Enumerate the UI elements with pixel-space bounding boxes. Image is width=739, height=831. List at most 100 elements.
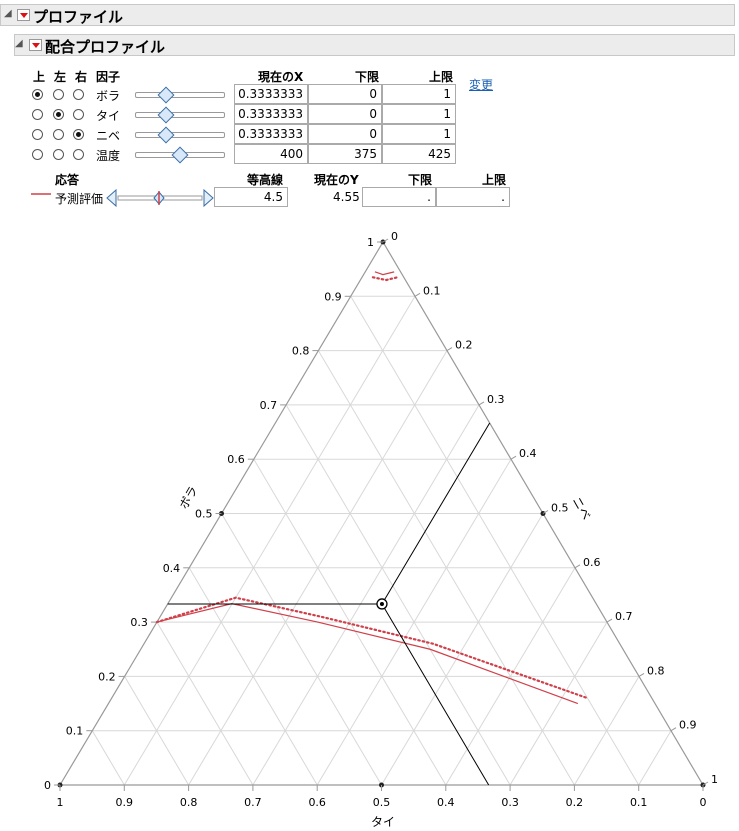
grid-line-tai: [221, 513, 382, 786]
response-lower-input[interactable]: .: [362, 187, 436, 207]
change-link[interactable]: 変更: [469, 76, 493, 93]
radio-top[interactable]: [32, 109, 43, 120]
upper-input[interactable]: 425: [382, 144, 456, 164]
contour-header: 等高線: [247, 173, 284, 187]
radio-right[interactable]: [73, 129, 84, 140]
tick-label-nibe: 0: [391, 230, 398, 243]
disclosure-icon[interactable]: ◢: [4, 8, 12, 19]
tick-label-bora: 0.4: [163, 562, 181, 575]
factor-slider-thumb[interactable]: [157, 126, 175, 144]
grid-line-nibe: [252, 404, 480, 786]
radio-right[interactable]: [73, 109, 84, 120]
contour-input[interactable]: 4.5: [214, 187, 288, 207]
factor-name: 温度: [96, 149, 121, 163]
upper-input[interactable]: 1: [382, 84, 456, 104]
current-x-input[interactable]: 0.3333333: [234, 104, 308, 124]
tick-label-bora: 0.1: [66, 725, 84, 738]
red-triangle-menu-icon[interactable]: [17, 9, 30, 21]
lower-input[interactable]: 0: [308, 104, 382, 124]
tick-label-nibe: 0.3: [487, 393, 505, 406]
factor-slider[interactable]: [135, 132, 225, 138]
outline-title: プロファイル: [33, 8, 124, 26]
grid-line-nibe: [638, 730, 672, 786]
radio-right[interactable]: [73, 149, 84, 160]
tick-label-bora: 0.8: [292, 345, 310, 358]
profiler-title: 配合プロファイル: [45, 38, 166, 56]
tick-label-tai: 0.7: [244, 796, 262, 809]
contour-slider[interactable]: [106, 188, 214, 208]
radio-left[interactable]: [53, 109, 64, 120]
slider-right-arrow-icon: [203, 188, 214, 208]
tick-label-bora: 0.3: [130, 616, 148, 629]
factor-slider-thumb[interactable]: [171, 146, 189, 164]
grid-line-tai: [285, 404, 511, 786]
radio-top[interactable]: [32, 149, 43, 160]
col-header-right: 右: [75, 70, 88, 84]
factor-slider[interactable]: [135, 112, 225, 118]
tick-label-bora: 0.9: [324, 290, 342, 303]
profile-outline-header[interactable]: ◢ プロファイル: [0, 4, 735, 26]
current-y-value: 4.55: [333, 190, 360, 204]
factor-slider[interactable]: [135, 92, 225, 98]
col-header-top: 上: [33, 70, 46, 84]
response-upper-header: 上限: [482, 173, 507, 187]
factor-slider-thumb[interactable]: [157, 86, 175, 104]
grid-line-nibe: [509, 621, 608, 786]
tick-mark-nibe: [670, 727, 677, 732]
grid-line-nibe: [381, 513, 544, 786]
response-legend-line: [31, 193, 51, 195]
radio-top[interactable]: [32, 89, 43, 100]
tick-mark-nibe: [510, 455, 517, 460]
red-triangle-menu-icon[interactable]: [29, 39, 42, 51]
col-header-upper: 上限: [429, 70, 454, 84]
current-point-dot: [379, 601, 384, 606]
tick-label-tai: 0.4: [437, 796, 455, 809]
mixture-profiler-header[interactable]: ◢ 配合プロファイル: [14, 34, 735, 56]
tick-label-tai: 0.3: [501, 796, 519, 809]
radio-left[interactable]: [53, 129, 64, 140]
upper-input[interactable]: 1: [382, 104, 456, 124]
tick-label-tai: 1: [57, 796, 64, 809]
tick-mark-nibe: [638, 672, 645, 677]
radio-top[interactable]: [32, 129, 43, 140]
radio-left[interactable]: [53, 89, 64, 100]
radio-right[interactable]: [73, 89, 84, 100]
tick-label-bora: 0.2: [98, 670, 116, 683]
tick-label-tai: 0.8: [180, 796, 198, 809]
lower-input[interactable]: 0: [308, 84, 382, 104]
tick-label-nibe: 0.8: [647, 664, 665, 677]
tick-label-tai: 0.2: [566, 796, 584, 809]
tick-label-bora: 0.7: [260, 399, 278, 412]
tick-label-bora: 1: [367, 236, 374, 249]
current-x-input[interactable]: 400: [234, 144, 308, 164]
current-x-input[interactable]: 0.3333333: [234, 124, 308, 144]
factor-name: ニベ: [96, 129, 121, 143]
tick-label-nibe: 0.6: [583, 556, 601, 569]
radio-left[interactable]: [53, 149, 64, 160]
disclosure-icon[interactable]: ◢: [15, 38, 23, 49]
response-name: 予測評価: [55, 192, 104, 206]
upper-input[interactable]: 1: [382, 124, 456, 144]
tick-label-nibe: 0.4: [519, 447, 537, 460]
tick-label-tai: 0: [700, 796, 707, 809]
tick-label-bora: 0.5: [195, 508, 213, 521]
tick-label-nibe: 0.5: [551, 502, 569, 515]
lower-input[interactable]: 0: [308, 124, 382, 144]
ternary-plot[interactable]: 0 0 0 0.1 0.1 0.1 0.2 0.2 0.2 0.3 0.3 0.3 0.4 0.4 0.4 0…: [0, 210, 739, 831]
factor-slider-thumb[interactable]: [157, 106, 175, 124]
grid-line-tai: [91, 730, 125, 786]
tick-mark-nibe: [574, 564, 581, 569]
tick-label-nibe: 0.7: [615, 610, 633, 623]
lower-input[interactable]: 375: [308, 144, 382, 164]
tick-label-nibe: 1: [711, 773, 718, 786]
contour-solid: [156, 602, 579, 705]
contour-solid: [374, 271, 395, 276]
ternary-grid: [91, 295, 672, 786]
tick-label-bora: 0: [44, 779, 51, 792]
current-x-input[interactable]: 0.3333333: [234, 84, 308, 104]
tick-mark-nibe: [606, 618, 613, 623]
response-upper-input[interactable]: .: [436, 187, 510, 207]
response-header: 応答: [55, 173, 80, 187]
tick-label-nibe: 0.1: [423, 284, 441, 297]
axis-label-nibe: ニベ: [569, 495, 593, 523]
